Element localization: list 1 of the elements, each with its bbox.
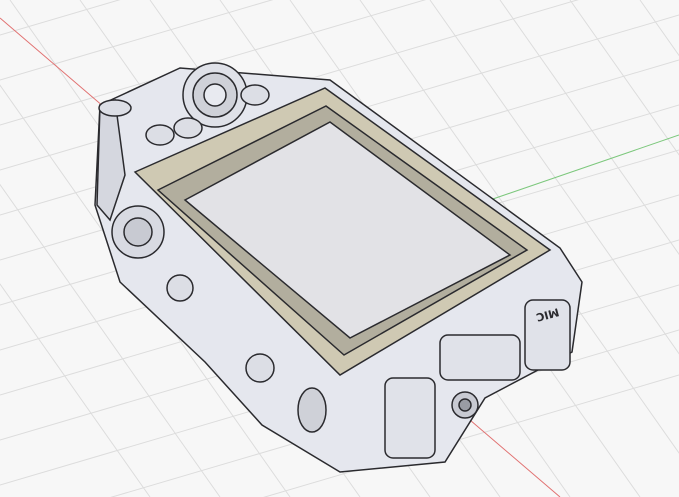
port-label: MIC	[534, 305, 560, 324]
